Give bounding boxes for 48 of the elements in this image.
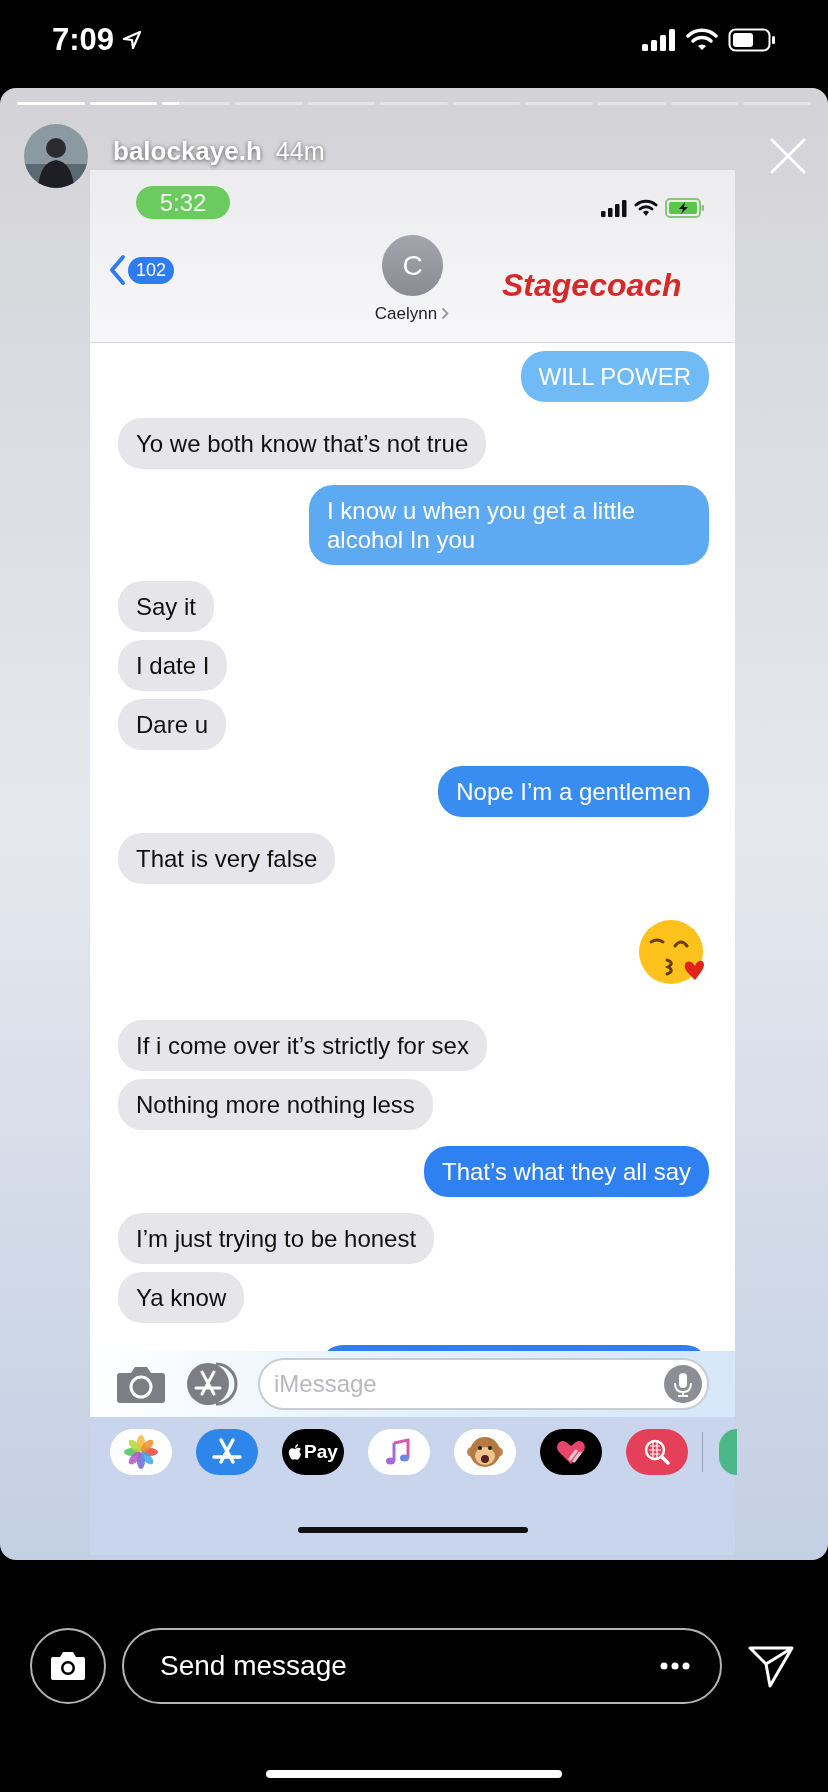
monkey-app-icon[interactable] [454,1429,516,1475]
send-icon[interactable] [748,1646,794,1688]
app-store-app-icon[interactable] [196,1429,258,1475]
contact-name[interactable]: Caelynn [374,301,438,327]
battery-charging-icon [665,198,705,218]
back-chevron-icon[interactable] [108,254,126,286]
message-bubble: WILL POWER [520,351,709,402]
apple-logo-icon [288,1443,303,1461]
music-note-app-icon[interactable] [368,1429,430,1475]
camera-button[interactable] [30,1628,106,1704]
send-message-field[interactable]: Send message [122,1628,722,1704]
battery-icon [728,28,776,52]
message-bubble: Dare u [118,699,227,750]
story-progress-segment [89,102,158,105]
message-bubble: I date I [118,640,228,691]
web-search-app-icon[interactable] [626,1429,688,1475]
wifi-icon [686,28,718,52]
message-bubble: That is very false [118,833,336,884]
message-bubble: Ya know [118,1272,245,1323]
sticker-text: Stagecoach [502,266,682,305]
message-input-field[interactable]: iMessage [258,1358,709,1410]
status-time: 7:09 [52,20,115,59]
more-icon[interactable] [660,1662,690,1670]
post-age: 44m [275,136,325,167]
heart-app-icon[interactable] [540,1429,602,1475]
microphone-icon[interactable] [664,1365,702,1403]
call-time-pill: 5:32 [136,186,230,219]
contact-avatar: C [382,235,443,296]
camera-icon[interactable] [116,1364,166,1404]
message-bubble: I’m just trying to be honest [118,1213,435,1264]
chevron-right-icon [441,307,450,321]
message-bubble: Yo we both know that’s not true [118,418,487,469]
message-bubble: That’s what they all say [424,1146,709,1197]
apple-pay-app-button[interactable]: Pay [282,1429,344,1475]
camera-icon [50,1651,86,1681]
photos-app-icon[interactable] [110,1429,172,1475]
unread-count-badge: 102 [128,256,175,284]
location-arrow-icon [122,30,143,50]
app-store-icon[interactable] [184,1361,240,1407]
signal-icon [642,29,676,51]
signal-icon [601,199,627,217]
message-bubble: Nothing more nothing less [118,1079,433,1130]
message-bubble: If i come over it’s strictly for sex [118,1020,487,1071]
story-progress-segment [17,102,85,105]
message-bubble: Nope I’m a gentlemen [438,766,709,817]
message-bubble: Say it [118,581,215,632]
wifi-icon [634,199,658,217]
message-bubble: I know u when you get a little alcohol In you [309,485,709,565]
